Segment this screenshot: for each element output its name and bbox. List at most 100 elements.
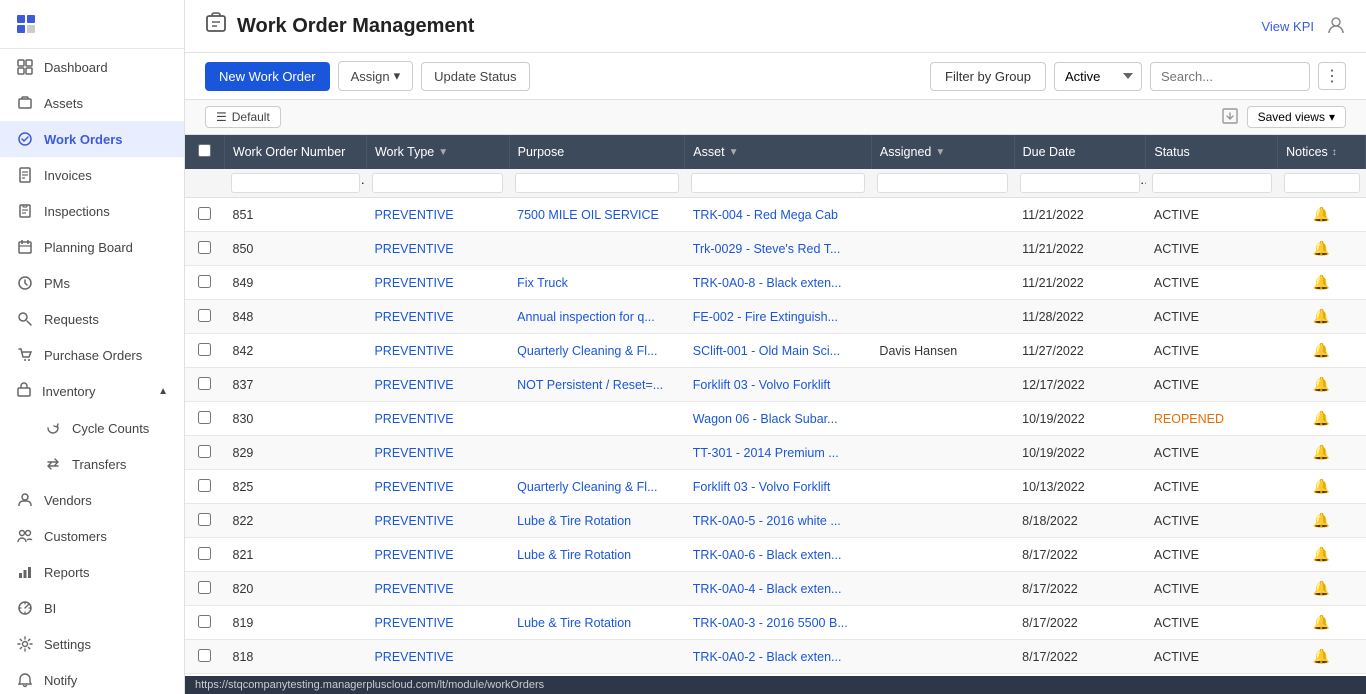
row-checkbox[interactable] [198,241,211,254]
row-checkbox[interactable] [198,411,211,424]
col-header-assigned[interactable]: Assigned ▼ [871,135,1014,169]
notices-cell[interactable]: 🔔 [1278,606,1366,640]
notices-cell[interactable]: 🔔 [1278,640,1366,674]
work-type-cell[interactable]: PREVENTIVE [366,334,509,368]
asset-cell[interactable]: FE-002 - Fire Extinguish... [685,300,872,334]
bell-icon[interactable]: 🔔 [1313,274,1330,290]
purpose-cell[interactable] [509,402,685,436]
bell-icon[interactable]: 🔔 [1313,410,1330,426]
notices-cell[interactable]: 🔔 [1278,436,1366,470]
table-row[interactable]: 837 PREVENTIVE NOT Persistent / Reset=..… [185,368,1366,402]
asset-cell[interactable]: TRK-0A0-4 - Black exten... [685,572,872,606]
asset-cell[interactable]: Forklift 03 - Volvo Forklift [685,368,872,402]
col-header-work-type[interactable]: Work Type ▼ [366,135,509,169]
work-type-cell[interactable]: PREVENTIVE [366,436,509,470]
work-type-cell[interactable]: PREVENTIVE [366,470,509,504]
asset-search[interactable] [691,173,866,193]
default-view-badge[interactable]: ☰ Default [205,106,281,128]
table-row[interactable]: 818 PREVENTIVE TRK-0A0-2 - Black exten..… [185,640,1366,674]
work-type-cell[interactable]: PREVENTIVE [366,640,509,674]
row-checkbox[interactable] [198,377,211,390]
purpose-cell[interactable]: Lube & Tire Rotation [509,504,685,538]
sidebar-item-settings[interactable]: Settings [0,626,184,662]
table-row[interactable]: 849 PREVENTIVE Fix Truck TRK-0A0-8 - Bla… [185,266,1366,300]
bell-icon[interactable]: 🔔 [1313,240,1330,256]
select-all-checkbox[interactable] [198,144,211,157]
bell-icon[interactable]: 🔔 [1313,648,1330,664]
row-checkbox[interactable] [198,513,211,526]
purpose-cell[interactable]: Annual inspection for q... [509,300,685,334]
notices-cell[interactable]: 🔔 [1278,300,1366,334]
row-checkbox[interactable] [198,581,211,594]
purpose-cell[interactable] [509,572,685,606]
col-header-wo-number[interactable]: Work Order Number [225,135,367,169]
notices-cell[interactable]: 🔔 [1278,572,1366,606]
bell-icon[interactable]: 🔔 [1313,546,1330,562]
status-search[interactable] [1152,173,1272,193]
purpose-cell[interactable] [509,436,685,470]
sidebar-item-notify[interactable]: Notify [0,662,184,694]
notices-sort-icon[interactable]: ↕ [1332,147,1337,158]
row-checkbox[interactable] [198,479,211,492]
notices-cell[interactable]: 🔔 [1278,266,1366,300]
purpose-cell[interactable]: Quarterly Cleaning & Fl... [509,470,685,504]
asset-cell[interactable]: TRK-0A0-3 - 2016 5500 B... [685,606,872,640]
table-row[interactable]: 830 PREVENTIVE Wagon 06 - Black Subar...… [185,402,1366,436]
bell-icon[interactable]: 🔔 [1313,614,1330,630]
bell-icon[interactable]: 🔔 [1313,478,1330,494]
table-row[interactable]: 819 PREVENTIVE Lube & Tire Rotation TRK-… [185,606,1366,640]
purpose-cell[interactable]: Lube & Tire Rotation [509,538,685,572]
status-filter-select[interactable]: Active All Closed Pending [1054,62,1142,91]
purpose-cell[interactable]: Lube & Tire Rotation [509,606,685,640]
col-header-asset[interactable]: Asset ▼ [685,135,872,169]
asset-cell[interactable]: TRK-0A0-5 - 2016 white ... [685,504,872,538]
sidebar-item-transfers[interactable]: Transfers [44,446,184,482]
work-type-cell[interactable]: PREVENTIVE [366,232,509,266]
asset-cell[interactable]: TRK-0A0-6 - Black exten... [685,538,872,572]
table-row[interactable]: 850 PREVENTIVE Trk-0029 - Steve's Red T.… [185,232,1366,266]
sidebar-item-bi[interactable]: BI [0,590,184,626]
purpose-cell[interactable]: Fix Truck [509,266,685,300]
purpose-cell[interactable]: NOT Persistent / Reset=... [509,368,685,402]
row-checkbox[interactable] [198,343,211,356]
notices-cell[interactable]: 🔔 [1278,504,1366,538]
sidebar-item-work-orders[interactable]: Work Orders [0,121,184,157]
sidebar-item-reports[interactable]: Reports [0,554,184,590]
table-row[interactable]: 820 PREVENTIVE TRK-0A0-4 - Black exten..… [185,572,1366,606]
sidebar-item-planning-board[interactable]: Planning Board [0,229,184,265]
col-header-notices[interactable]: Notices ↕ [1278,135,1366,169]
asset-cell[interactable]: TT-301 - 2014 Premium ... [685,436,872,470]
work-type-search[interactable] [372,173,503,193]
row-checkbox[interactable] [198,649,211,662]
purpose-cell[interactable]: 7500 MILE OIL SERVICE [509,198,685,232]
due-date-search[interactable] [1020,173,1140,193]
view-kpi-link[interactable]: View KPI [1261,19,1314,34]
work-type-cell[interactable]: PREVENTIVE [366,606,509,640]
sidebar-item-assets[interactable]: Assets [0,85,184,121]
work-type-filter-icon[interactable]: ▼ [438,147,448,158]
work-type-cell[interactable]: PREVENTIVE [366,572,509,606]
bell-icon[interactable]: 🔔 [1313,376,1330,392]
table-row[interactable]: 822 PREVENTIVE Lube & Tire Rotation TRK-… [185,504,1366,538]
sidebar-item-inspections[interactable]: Inspections [0,193,184,229]
table-row[interactable]: 829 PREVENTIVE TT-301 - 2014 Premium ...… [185,436,1366,470]
new-work-order-button[interactable]: New Work Order [205,62,330,91]
asset-cell[interactable]: TRK-004 - Red Mega Cab [685,198,872,232]
sidebar-item-customers[interactable]: Customers [0,518,184,554]
sidebar-item-inventory[interactable]: Inventory ▲ [0,373,184,410]
update-status-button[interactable]: Update Status [421,62,529,91]
table-row[interactable]: 821 PREVENTIVE Lube & Tire Rotation TRK-… [185,538,1366,572]
asset-cell[interactable]: TRK-0A0-8 - Black exten... [685,266,872,300]
work-type-cell[interactable]: PREVENTIVE [366,402,509,436]
row-checkbox[interactable] [198,309,211,322]
work-type-cell[interactable]: PREVENTIVE [366,538,509,572]
row-checkbox[interactable] [198,275,211,288]
sidebar-item-cycle-counts[interactable]: Cycle Counts [44,410,184,446]
sidebar-item-vendors[interactable]: Vendors [0,482,184,518]
row-checkbox[interactable] [198,445,211,458]
bell-icon[interactable]: 🔔 [1313,444,1330,460]
notices-cell[interactable]: 🔔 [1278,402,1366,436]
wo-number-search[interactable] [231,173,361,193]
col-header-status[interactable]: Status [1146,135,1278,169]
col-header-due-date[interactable]: Due Date [1014,135,1146,169]
